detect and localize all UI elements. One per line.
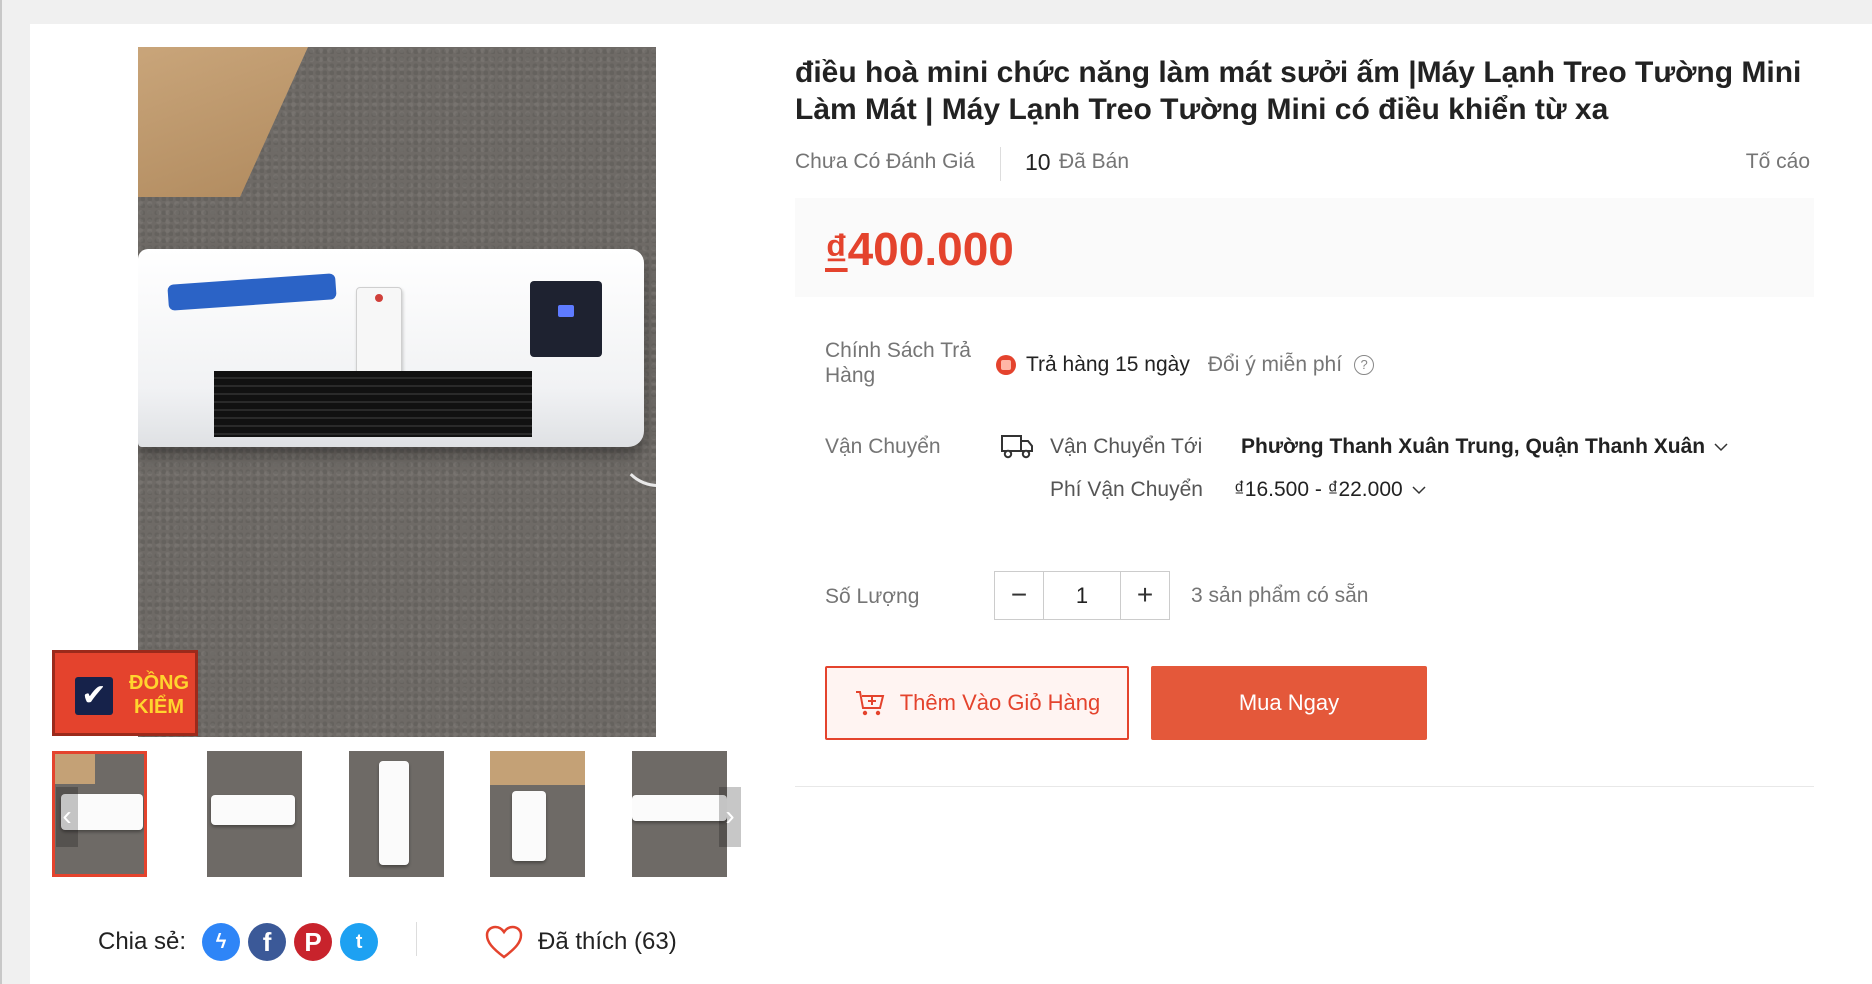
heater-grill-shape (214, 371, 532, 437)
return-box-icon (996, 355, 1016, 375)
like-count: Đã thích (63) (538, 928, 677, 955)
product-meta-row: Chưa Có Đánh Giá 10 Đã Bán Tố cáo (795, 147, 1810, 181)
main-product-image[interactable] (138, 47, 656, 737)
thumbnail-5[interactable] (632, 751, 727, 877)
meta-divider (1000, 147, 1001, 181)
shipping-label: Vận Chuyển (825, 435, 941, 458)
product-price: ₫400.000 (825, 222, 1014, 276)
heater-sticker-shape (167, 273, 337, 311)
quantity-label: Số Lượng (825, 585, 920, 608)
heater-control-panel-shape (530, 281, 602, 357)
chevron-down-icon (1412, 486, 1426, 495)
thumbnail-2[interactable] (207, 751, 302, 877)
badge-line-2: KIỂM (134, 696, 184, 718)
return-policy-main: Trả hàng 15 ngày (1026, 353, 1190, 376)
heater-display-shape (558, 305, 574, 317)
window-edge (0, 0, 2, 984)
thumbnail-box-shape (490, 751, 585, 785)
quantity-decrease-button[interactable]: − (995, 572, 1043, 619)
ship-to-label: Vận Chuyển Tới (1050, 435, 1203, 458)
help-icon[interactable]: ? (1354, 355, 1375, 375)
buy-now-button[interactable]: Mua Ngay (1151, 666, 1427, 740)
twitter-icon[interactable]: t (340, 923, 379, 961)
thumbnail-heater-shape (512, 791, 546, 861)
shipping-fee-value: ₫16.500 - ₫22.000 (1234, 478, 1403, 501)
thumbnail-prev-arrow[interactable]: ‹ (56, 787, 78, 847)
thumbnail-heater-shape (211, 795, 295, 825)
quantity-increase-button[interactable]: + (1121, 572, 1169, 619)
messenger-icon[interactable]: ϟ (202, 923, 241, 961)
cardboard-box-shape (138, 47, 308, 197)
pinterest-icon[interactable]: P (294, 923, 333, 961)
badge-line-1: ĐỒNG (129, 672, 189, 694)
cart-plus-icon (855, 691, 884, 716)
check-icon: ✔ (75, 677, 113, 715)
thumbnail-next-arrow[interactable]: › (719, 787, 741, 847)
thumbnail-heater-shape (379, 761, 409, 865)
add-to-cart-label: Thêm Vào Giỏ Hàng (899, 690, 1101, 715)
ship-to-value: Phường Thanh Xuân Trung, Quận Thanh Xuân (1241, 435, 1706, 458)
thumbnail-box-shape (55, 754, 95, 784)
share-divider (416, 922, 417, 956)
facebook-icon[interactable]: f (248, 923, 287, 961)
sold-label: Đã Bán (1059, 150, 1130, 173)
shipping-fee-selector[interactable]: ₫16.500 - ₫22.000 (1234, 478, 1427, 502)
quantity-stepper: − 1 + (994, 571, 1170, 620)
truck-icon (1001, 435, 1033, 459)
thumbnail-heater-shape (632, 795, 727, 821)
heater-shape (138, 249, 644, 447)
shipping-fee-label: Phí Vận Chuyển (1050, 478, 1203, 501)
heart-icon (485, 925, 523, 959)
price-currency: ₫ (825, 226, 848, 275)
stock-available: 3 sản phẩm có sẵn (1191, 584, 1369, 607)
rating-status[interactable]: Chưa Có Đánh Giá (795, 150, 975, 174)
thumbnail-4[interactable] (490, 751, 585, 877)
add-to-cart-button[interactable]: Thêm Vào Giỏ Hàng (825, 666, 1129, 740)
price-value: 400.000 (847, 223, 1014, 275)
thumbnail-strip (52, 751, 742, 877)
sold-count: 10 (1025, 149, 1051, 175)
return-policy-label: Chính Sách Trả Hàng (825, 339, 971, 387)
price-box: ₫400.000 (795, 198, 1814, 297)
report-link[interactable]: Tố cáo (1746, 150, 1810, 174)
return-policy-sub: Đổi ý miễn phí (1207, 353, 1343, 376)
badge-label: ĐỒNG KIỂM (121, 671, 197, 719)
product-title: điều hoà mini chức năng làm mát sưởi ấm … (795, 56, 1802, 126)
dong-kiem-badge: ✔ ĐỒNG KIỂM (52, 650, 198, 736)
return-policy-row: Trả hàng 15 ngày Đổi ý miễn phí ? (996, 350, 1375, 380)
thumbnail-3[interactable] (349, 751, 444, 877)
share-row: Chia sẻ: ϟ f P t (98, 922, 379, 962)
chevron-down-icon (1714, 443, 1728, 452)
ship-to-selector[interactable]: Phường Thanh Xuân Trung, Quận Thanh Xuân (1241, 435, 1729, 459)
like-button[interactable]: Đã thích (63) (484, 922, 677, 962)
section-divider (795, 786, 1814, 787)
share-label: Chia sẻ: (98, 928, 187, 955)
quantity-input[interactable]: 1 (1043, 572, 1121, 619)
